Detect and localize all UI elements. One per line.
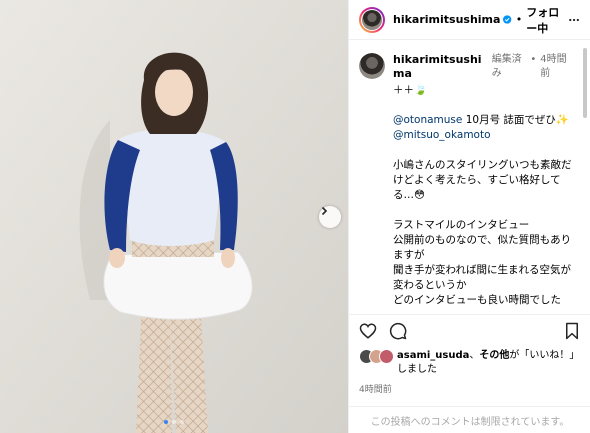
mention-link[interactable]: @otonamuse (393, 114, 462, 126)
next-image-button[interactable] (319, 206, 341, 228)
post-photo[interactable] (0, 0, 348, 433)
liker-username[interactable]: asami_usuda (397, 350, 469, 361)
caption-area: hikarimitsushima 編集済み • 4時間前 ＋＋🍃 @otonam… (349, 41, 581, 314)
post-header: hikarimitsushima • フォロー中 (349, 0, 590, 40)
caption-text: ＋＋🍃 @otonamuse 10月号 誌面でぜひ✨ @mitsuo_okamo… (393, 83, 573, 314)
caption-time[interactable]: 4時間前 (540, 53, 573, 81)
likes-text: asami_usuda、その他が「いいね！」しました (397, 349, 581, 377)
caption-line: 10月号 誌面でぜひ✨ (462, 114, 569, 126)
more-icon[interactable] (568, 12, 580, 28)
caption-line: 公開前のものなので、似た質問もありますが (393, 234, 572, 261)
comment-disabled-notice: この投稿へのコメントは制限されています。 (349, 406, 590, 433)
post-side-panel: hikarimitsushima • フォロー中 hikarimitsushim… (348, 0, 590, 433)
likes-summary: asami_usuda、その他が「いいね！」しました (359, 349, 581, 377)
caption-scrollbar[interactable] (583, 48, 587, 308)
instagram-post: hikarimitsushima • フォロー中 hikarimitsushim… (0, 0, 590, 433)
carousel-dot (172, 420, 176, 424)
caption-line: ラストマイルのインタビュー (393, 219, 530, 231)
post-timestamp[interactable]: 4時間前 (359, 382, 581, 395)
edited-label: 編集済み (491, 54, 522, 79)
comment-disabled-text: この投稿へのコメントは制限されています。 (370, 416, 570, 428)
comment-icon[interactable] (389, 322, 407, 340)
carousel-dots (0, 420, 348, 424)
chevron-right-icon (321, 206, 328, 216)
following-button[interactable]: フォロー中 (526, 4, 568, 36)
liker-avatars (359, 349, 394, 365)
bookmark-icon[interactable] (563, 322, 581, 340)
likes-others-link[interactable]: その他 (479, 350, 509, 361)
caption-line: ＋＋🍃 (393, 84, 428, 96)
caption-paragraph: 小嶋さんのスタイリングいつも素敵だけどよく考えたら、すごい格好してる…😳 (393, 159, 572, 201)
header-username[interactable]: hikarimitsushima (393, 13, 500, 26)
verified-badge-icon (503, 15, 512, 24)
time-separator: • (530, 54, 537, 65)
caption-line: 聞き手が変われば間に生まれる空気が変わるというか (393, 264, 571, 291)
action-bar (359, 319, 581, 343)
mention-link[interactable]: @mitsuo_okamoto (393, 129, 491, 141)
photo-illustration (0, 0, 348, 433)
caption-username[interactable]: hikarimitsushima (393, 53, 488, 81)
avatar[interactable] (359, 6, 385, 33)
avatar[interactable] (359, 53, 385, 79)
carousel-dot (180, 420, 184, 424)
actions-area: asami_usuda、その他が「いいね！」しました 4時間前 (349, 314, 590, 406)
caption-header: hikarimitsushima 編集済み • 4時間前 (359, 53, 573, 81)
caption-line: どのインタビューも良い時間でした (393, 294, 561, 306)
heart-icon[interactable] (359, 322, 377, 340)
carousel-dot (164, 420, 168, 424)
header-separator: • (515, 13, 523, 26)
avatar (379, 349, 394, 364)
likes-connector: 、 (469, 350, 480, 361)
